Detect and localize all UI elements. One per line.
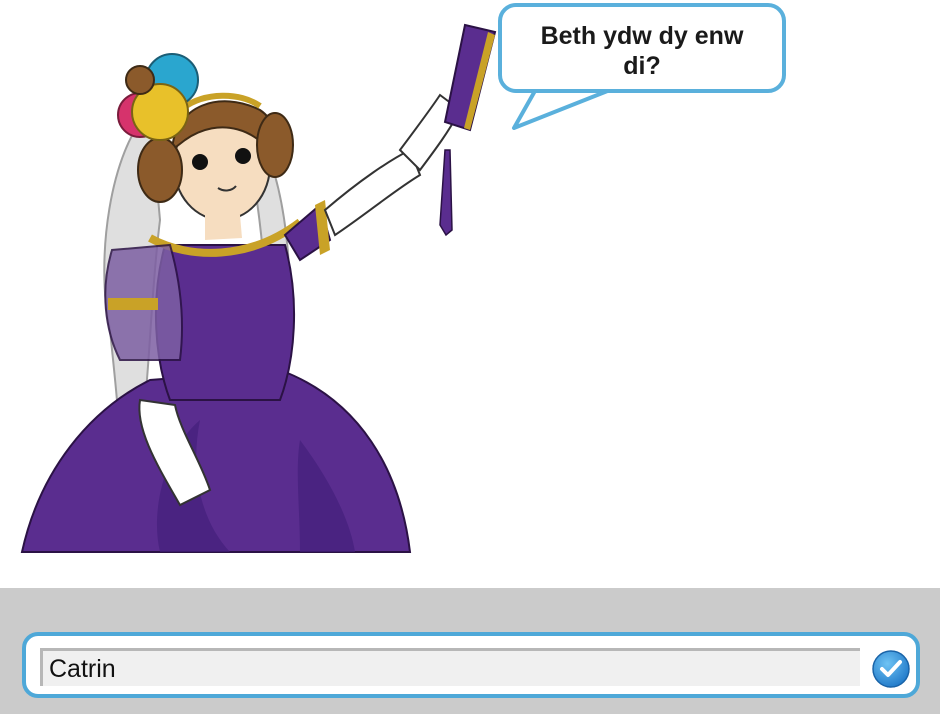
stage: Beth ydw dy enw di? [0, 0, 940, 588]
answer-input[interactable] [40, 648, 860, 686]
ask-panel [0, 588, 940, 714]
ada-lovelace-sprite[interactable] [0, 0, 520, 560]
speech-bubble: Beth ydw dy enw di? [498, 3, 786, 93]
speech-bubble-text: Beth ydw dy enw di? [540, 22, 744, 80]
ask-box [22, 632, 920, 698]
submit-button[interactable] [872, 650, 910, 688]
